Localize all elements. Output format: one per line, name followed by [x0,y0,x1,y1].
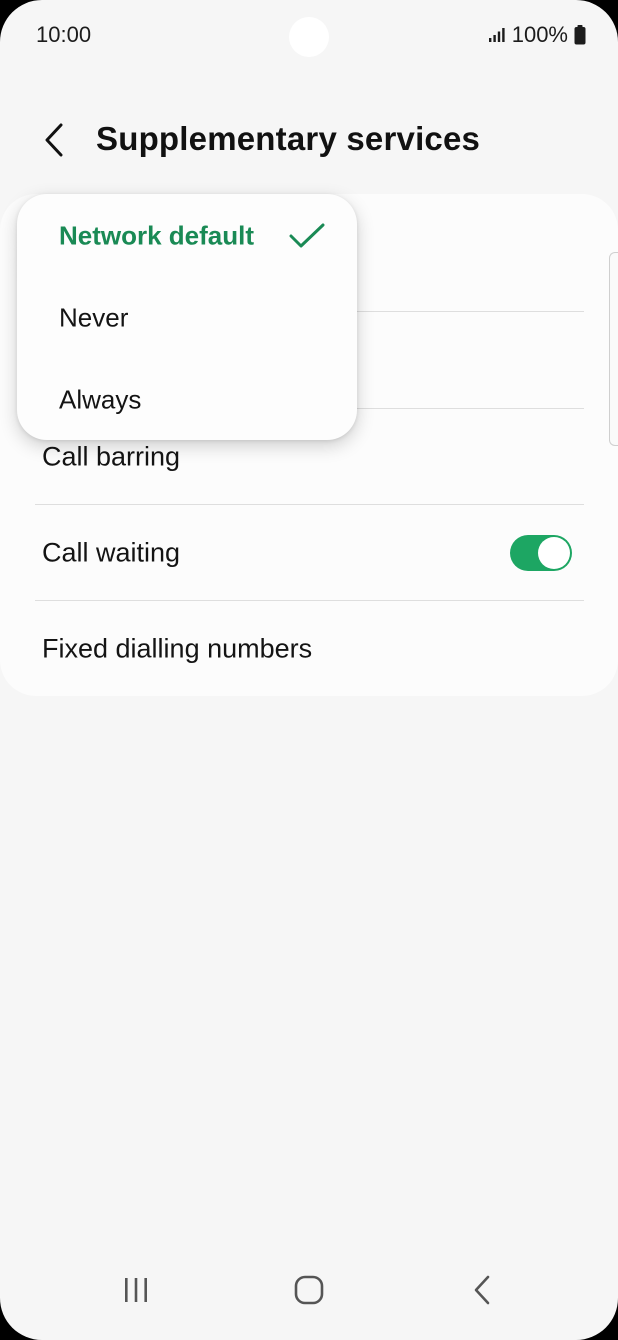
call-barring-label: Call barring [42,441,181,472]
page-title: Supplementary services [96,120,481,157]
navigation-bar [0,1250,618,1340]
phone-screen: 10:00 100% Supplementary services Call b… [0,0,618,1340]
battery-percentage: 100% [511,22,568,47]
chevron-left-icon [45,123,63,157]
list-item-fixed-dialling[interactable]: Fixed dialling numbers [0,601,618,697]
option-always[interactable]: Always [17,359,357,441]
option-label: Never [59,302,129,333]
nav-back-button[interactable] [452,1268,512,1312]
option-label: Always [59,384,142,415]
list-item-call-waiting[interactable]: Call waiting [0,505,618,601]
home-icon [294,1275,324,1305]
call-waiting-toggle[interactable] [510,535,572,571]
call-waiting-label: Call waiting [42,537,181,568]
option-label: Network default [59,220,255,251]
back-button[interactable] [28,114,80,166]
app-header: Supplementary services [0,100,618,184]
battery-icon [574,25,586,45]
scroll-indicator[interactable] [609,252,618,446]
check-icon [289,223,325,248]
fixed-dialling-label: Fixed dialling numbers [42,633,313,664]
option-never[interactable]: Never [17,277,357,359]
dropdown-menu: Network default Never Always [17,194,357,440]
front-camera [289,17,329,57]
option-network-default[interactable]: Network default [17,195,357,277]
toggle-knob [538,537,570,569]
home-button[interactable] [279,1268,339,1312]
nav-back-icon [474,1275,490,1305]
signal-icon [488,27,506,43]
recent-apps-button[interactable] [106,1268,166,1312]
status-bar: 10:00 100% [0,0,618,72]
status-indicators: 100% [488,22,586,48]
recent-apps-icon [125,1278,147,1302]
status-time: 10:00 [36,22,92,47]
